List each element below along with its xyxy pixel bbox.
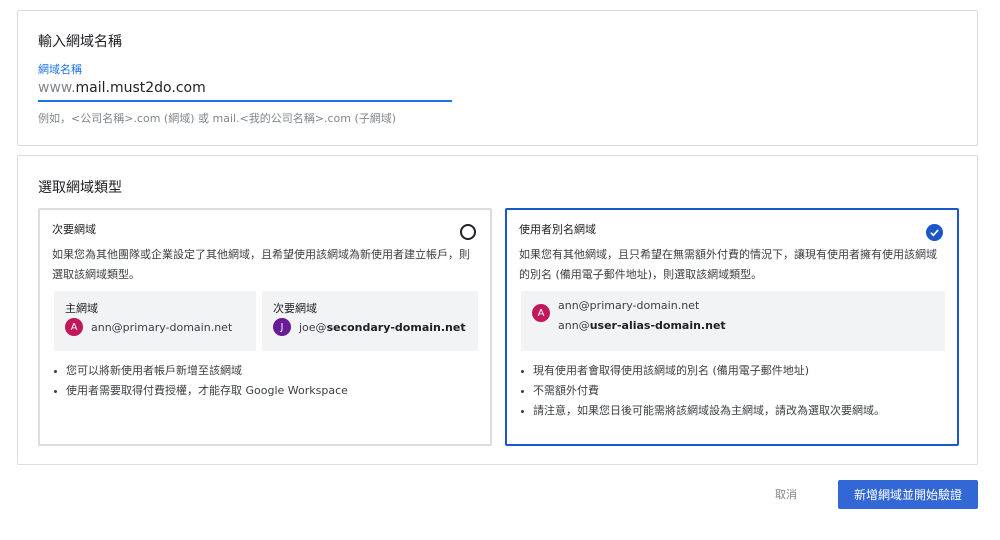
example-secondary-domain: 次要網域 J joe@ secondary-domain.net bbox=[262, 291, 478, 351]
domain-hint: 例如，<公司名稱>.com (網域) 或 mail.<我的公司名稱>.com (… bbox=[38, 112, 397, 125]
avatar: A bbox=[65, 318, 83, 336]
domain-input-value[interactable]: mail.must2do.com bbox=[76, 80, 206, 96]
option-bullets: 您可以將新使用者帳戶新增至該網域 使用者需要取得付費授權，才能存取 Google… bbox=[52, 361, 348, 401]
bullet-item: 不需額外付費 bbox=[519, 381, 885, 401]
alias-email-domain: user-alias-domain.net bbox=[589, 319, 726, 332]
example-email: ann@primary-domain.net bbox=[91, 320, 233, 334]
bullet-item: 現有使用者會取得使用該網域的別名 (備用電子郵件地址) bbox=[519, 361, 885, 381]
domain-section-title: 輸入網域名稱 bbox=[38, 34, 122, 50]
option-secondary-domain[interactable]: 次要網域 如果您為其他團隊或企業設定了其他網域，且希望使用該網域為新使用者建立帳… bbox=[38, 208, 492, 446]
example-alias-domain: A ann@primary-domain.net ann@user-alias-… bbox=[521, 291, 945, 351]
option-title: 使用者別名網域 bbox=[519, 223, 596, 236]
check-circle-icon[interactable] bbox=[926, 224, 943, 241]
avatar: J bbox=[273, 318, 291, 336]
example-primary-domain: 主網域 A ann@primary-domain.net bbox=[54, 291, 256, 351]
alias-email-user: ann@ bbox=[558, 319, 590, 332]
bullet-item: 請注意，如果您日後可能需將該網域設為主網域，請改為選取次要網域。 bbox=[519, 401, 885, 421]
example-email-user: joe@ bbox=[299, 320, 327, 334]
example-label: 次要網域 bbox=[273, 302, 317, 315]
radio-empty-icon[interactable] bbox=[460, 224, 476, 240]
domain-type-card: 選取網域類型 次要網域 如果您為其他團隊或企業設定了其他網域，且希望使用該網域為… bbox=[17, 155, 978, 465]
option-bullets: 現有使用者會取得使用該網域的別名 (備用電子郵件地址) 不需額外付費 請注意，如… bbox=[519, 361, 885, 421]
avatar: A bbox=[532, 304, 550, 322]
domain-name-input[interactable]: www.mail.must2do.com bbox=[38, 80, 452, 102]
add-domain-verify-button[interactable]: 新增網域並開始驗證 bbox=[838, 480, 978, 509]
example-alias-email: ann@user-alias-domain.net bbox=[558, 319, 726, 332]
domain-name-card: 輸入網域名稱 網域名稱 www.mail.must2do.com 例如，<公司名… bbox=[17, 10, 978, 146]
domain-field-label: 網域名稱 bbox=[38, 63, 82, 76]
option-description: 如果您為其他團隊或企業設定了其他網域，且希望使用該網域為新使用者建立帳戶，則選取… bbox=[52, 248, 470, 281]
cancel-button[interactable]: 取消 bbox=[765, 484, 807, 504]
type-section-title: 選取網域類型 bbox=[38, 180, 122, 196]
bullet-item: 使用者需要取得付費授權，才能存取 Google Workspace bbox=[52, 381, 348, 401]
example-primary-email: ann@primary-domain.net bbox=[558, 299, 700, 312]
option-description: 如果您有其他網域，且只希望在無需額外付費的情況下，讓現有使用者擁有使用該網域的別… bbox=[519, 248, 937, 281]
option-title: 次要網域 bbox=[52, 223, 96, 236]
option-user-alias-domain[interactable]: 使用者別名網域 如果您有其他網域，且只希望在無需額外付費的情況下，讓現有使用者擁… bbox=[505, 208, 959, 446]
example-email-domain: secondary-domain.net bbox=[326, 320, 466, 334]
domain-input-prefix: www. bbox=[38, 80, 76, 96]
bullet-item: 您可以將新使用者帳戶新增至該網域 bbox=[52, 361, 348, 381]
example-label: 主網域 bbox=[65, 302, 98, 315]
